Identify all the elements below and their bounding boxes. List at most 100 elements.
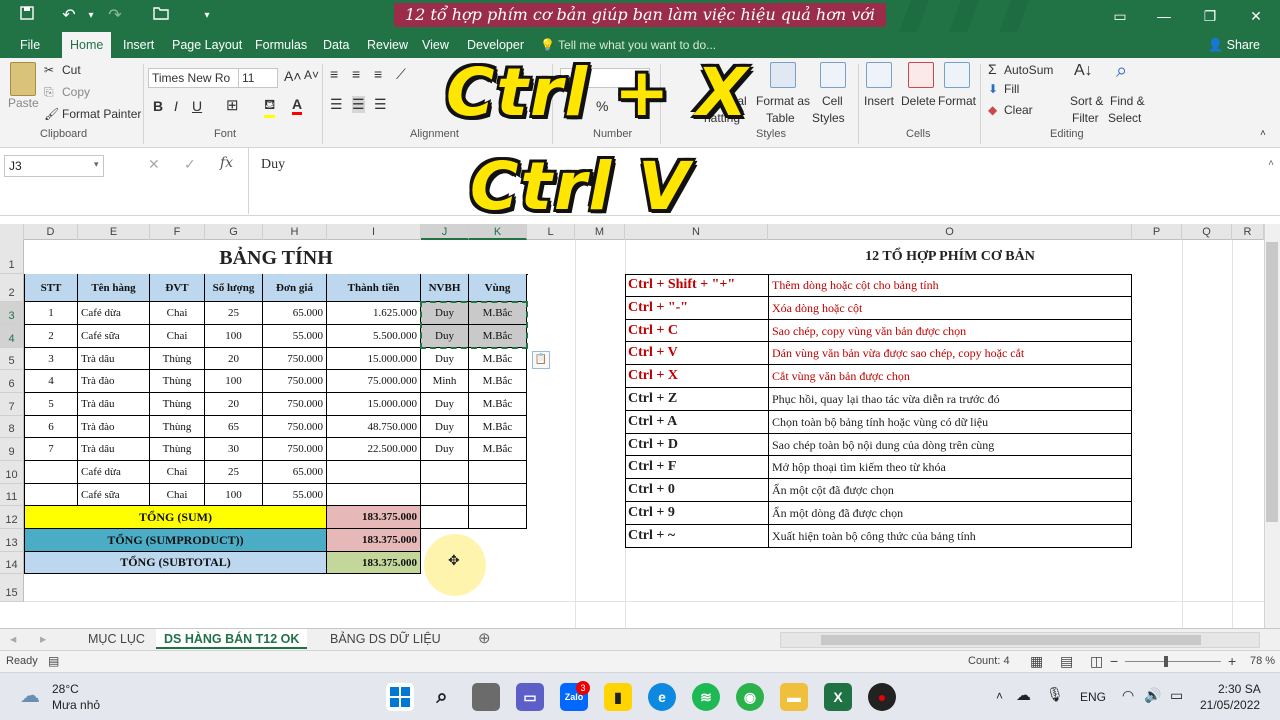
- cell-don-gia[interactable]: 750.000: [263, 438, 327, 461]
- cell-ten-hang[interactable]: Café sữa: [78, 325, 150, 348]
- row-header-15[interactable]: 15: [0, 574, 24, 602]
- delete-cells-icon[interactable]: [908, 62, 934, 88]
- align-bottom-icon[interactable]: ≡: [374, 66, 382, 82]
- cell-don-gia[interactable]: 55.000: [263, 325, 327, 348]
- shortcut-description[interactable]: Sao chép, copy vùng văn bản được chọn: [769, 320, 1132, 342]
- sort-filter-label-2[interactable]: Filter: [1072, 111, 1099, 125]
- col-header-q[interactable]: Q: [1182, 224, 1232, 240]
- cell-styles-icon[interactable]: [820, 62, 846, 88]
- row-header-12[interactable]: 12: [0, 506, 24, 529]
- name-box-dropdown-icon[interactable]: ▾: [94, 159, 99, 170]
- total-sumproduct-value[interactable]: 183.375.000: [327, 529, 421, 552]
- copy-button[interactable]: Copy: [62, 85, 90, 99]
- vertical-scrollbar[interactable]: [1264, 224, 1280, 628]
- decrease-font-icon[interactable]: A˅: [304, 68, 319, 82]
- header-don-gia[interactable]: Đơn giá: [263, 274, 327, 302]
- clock-date[interactable]: 21/05/2022: [1200, 698, 1260, 712]
- row-header-9[interactable]: 9: [0, 438, 24, 461]
- table-cell[interactable]: [469, 506, 527, 529]
- cell-dvt[interactable]: Chai: [150, 325, 205, 348]
- underline-button[interactable]: U: [192, 98, 202, 114]
- save-icon[interactable]: [16, 6, 38, 26]
- page-layout-view-icon[interactable]: ▤: [1060, 653, 1073, 670]
- cell-stt[interactable]: 5: [24, 393, 78, 416]
- wifi-icon[interactable]: ◠: [1122, 687, 1134, 704]
- col-header-g[interactable]: G: [205, 224, 263, 240]
- enter-icon[interactable]: ✓: [184, 156, 196, 173]
- paste-icon[interactable]: [10, 62, 36, 96]
- language-indicator[interactable]: ENG: [1080, 690, 1106, 704]
- header-ten-hang[interactable]: Tên hàng: [78, 274, 150, 302]
- table-cell[interactable]: [421, 506, 469, 529]
- row-header-14[interactable]: 14: [0, 552, 24, 574]
- cell-ten-hang[interactable]: Trà đào: [78, 416, 150, 438]
- format-as-table-label-2[interactable]: Table: [766, 111, 795, 125]
- row-header-13[interactable]: 13: [0, 529, 24, 552]
- cell-stt[interactable]: [24, 484, 78, 506]
- shortcut-description[interactable]: Cắt vùng văn bản được chọn: [769, 365, 1132, 388]
- bold-button[interactable]: B: [153, 98, 163, 114]
- col-header-m[interactable]: M: [575, 224, 625, 240]
- cell-nvbh[interactable]: Duy: [421, 348, 469, 370]
- cell-so-luong[interactable]: 100: [205, 484, 263, 506]
- cell-don-gia[interactable]: 750.000: [263, 416, 327, 438]
- cell-don-gia[interactable]: 65.000: [263, 302, 327, 325]
- cell-thanh-tien[interactable]: 5.500.000: [327, 325, 421, 348]
- customize-icon[interactable]: ▾: [196, 6, 218, 26]
- borders-icon[interactable]: ⊞: [226, 96, 239, 114]
- restore-button[interactable]: ❐: [1190, 4, 1230, 28]
- cell-don-gia[interactable]: 750.000: [263, 370, 327, 393]
- cell-dvt[interactable]: Chai: [150, 484, 205, 506]
- cell-thanh-tien[interactable]: 1.625.000: [327, 302, 421, 325]
- cell-so-luong[interactable]: 25: [205, 461, 263, 484]
- header-stt[interactable]: STT: [24, 274, 78, 302]
- cell-so-luong[interactable]: 20: [205, 348, 263, 370]
- microphone-icon[interactable]: 🎙: [1046, 686, 1064, 703]
- col-header-l[interactable]: L: [527, 224, 575, 240]
- cell-thanh-tien[interactable]: [327, 461, 421, 484]
- collapse-ribbon-icon[interactable]: ˄: [1260, 128, 1266, 139]
- cell-vung[interactable]: M.Bắc: [469, 416, 527, 438]
- header-nvbh[interactable]: NVBH: [421, 274, 469, 302]
- ribbon-display-icon[interactable]: ▭: [1100, 4, 1140, 28]
- tab-home[interactable]: Home: [62, 32, 112, 58]
- shortcut-description[interactable]: Ẩn một cột đã được chọn: [769, 479, 1132, 502]
- paste-button[interactable]: Paste: [8, 96, 39, 110]
- cell-nvbh[interactable]: [421, 484, 469, 506]
- weather-desc[interactable]: Mưa nhỏ: [52, 698, 100, 712]
- shortcut-description[interactable]: Sao chép toàn bộ nội dung của dòng trên …: [769, 434, 1132, 456]
- cell-don-gia[interactable]: 65.000: [263, 461, 327, 484]
- cell-vung[interactable]: M.Bắc: [469, 393, 527, 416]
- sticky-notes-icon[interactable]: ▮: [604, 683, 632, 711]
- shortcut-key[interactable]: Ctrl + D: [625, 434, 769, 456]
- cell-so-luong[interactable]: 100: [205, 325, 263, 348]
- align-center-icon[interactable]: ☰: [352, 96, 365, 113]
- cell-thanh-tien[interactable]: 15.000.000: [327, 393, 421, 416]
- italic-button[interactable]: I: [174, 98, 178, 114]
- sort-filter-icon[interactable]: A↓: [1074, 62, 1093, 80]
- header-dvt[interactable]: ĐVT: [150, 274, 205, 302]
- col-header-r[interactable]: R: [1232, 224, 1264, 240]
- tab-file[interactable]: File: [20, 32, 40, 58]
- autosum-icon[interactable]: Σ: [988, 61, 997, 77]
- expand-formula-icon[interactable]: ˄: [1268, 158, 1274, 169]
- align-top-icon[interactable]: ≡: [330, 66, 338, 82]
- format-cells-icon[interactable]: [944, 62, 970, 88]
- cell-nvbh[interactable]: Duy: [421, 325, 469, 348]
- cell-dvt[interactable]: Thùng: [150, 416, 205, 438]
- col-header-i[interactable]: I: [327, 224, 421, 240]
- weather-temp[interactable]: 28°C: [52, 682, 79, 696]
- cell-nvbh[interactable]: Duy: [421, 416, 469, 438]
- fill-color-icon[interactable]: ⛾: [264, 96, 276, 118]
- cell-vung[interactable]: M.Bắc: [469, 438, 527, 461]
- spotify-icon[interactable]: ≋: [692, 683, 720, 711]
- close-button[interactable]: ✕: [1236, 4, 1276, 28]
- font-name-select[interactable]: Times New Ro: [148, 68, 240, 88]
- redo-icon[interactable]: ↷: [104, 6, 126, 26]
- select-all-corner[interactable]: [0, 224, 24, 240]
- copy-icon[interactable]: ⎘: [44, 85, 54, 100]
- tray-expand-icon[interactable]: ˄: [996, 689, 1003, 703]
- teams-chat-icon[interactable]: ▭: [516, 683, 544, 711]
- row-header-7[interactable]: 7: [0, 393, 24, 416]
- cell-ten-hang[interactable]: Trà dâu: [78, 393, 150, 416]
